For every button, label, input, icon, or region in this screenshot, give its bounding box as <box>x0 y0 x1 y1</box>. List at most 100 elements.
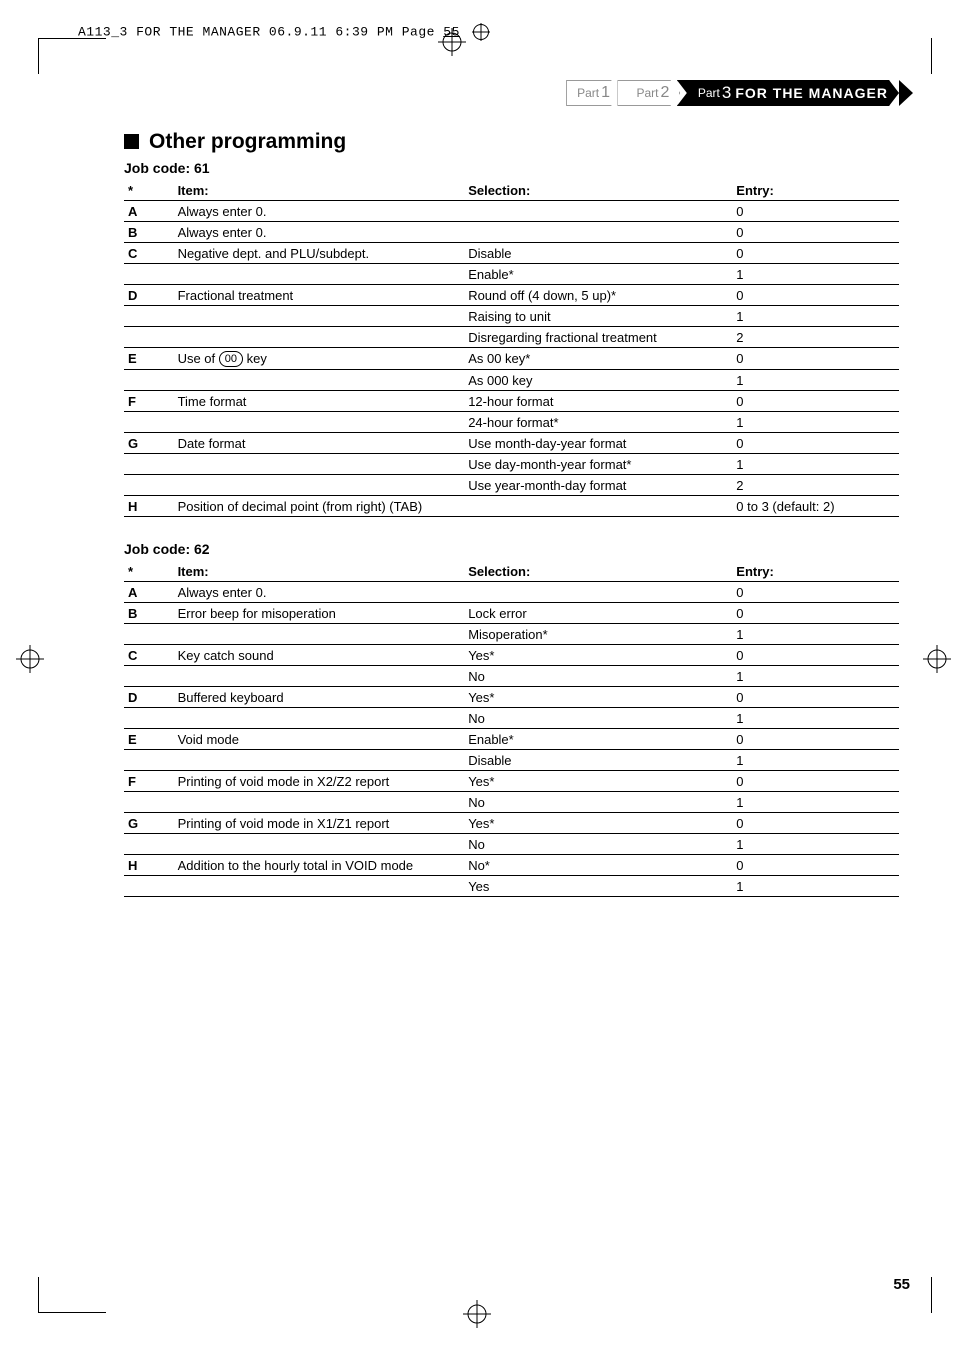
row-item: Addition to the hourly total in VOID mod… <box>174 855 465 876</box>
row-letter <box>124 327 174 348</box>
row-letter <box>124 412 174 433</box>
job-code-62-label: Job code: 62 <box>124 541 899 557</box>
row-selection: As 000 key <box>464 370 732 391</box>
row-entry: 0 <box>732 201 899 222</box>
table-row: HAddition to the hourly total in VOID mo… <box>124 855 899 876</box>
row-entry: 1 <box>732 370 899 391</box>
row-letter <box>124 666 174 687</box>
row-letter: G <box>124 813 174 834</box>
crumb-num: 2 <box>660 84 669 102</box>
row-letter: F <box>124 391 174 412</box>
row-selection: Disregarding fractional treatment <box>464 327 732 348</box>
row-letter <box>124 454 174 475</box>
row-item: Always enter 0. <box>174 201 465 222</box>
row-letter <box>124 475 174 496</box>
table-row: CNegative dept. and PLU/subdept.Disable0 <box>124 243 899 264</box>
row-letter: A <box>124 201 174 222</box>
row-entry: 1 <box>732 306 899 327</box>
row-selection <box>464 222 732 243</box>
print-header-text: A113_3 FOR THE MANAGER 06.9.11 6:39 PM P… <box>78 24 435 39</box>
table-row: No1 <box>124 792 899 813</box>
row-item: Always enter 0. <box>174 222 465 243</box>
part-breadcrumb: Part1 Part2 Part3 FOR THE MANAGER <box>124 80 899 106</box>
row-item <box>174 792 465 813</box>
row-item: Time format <box>174 391 465 412</box>
crumb-prefix: Part <box>698 86 720 100</box>
table-row: Yes1 <box>124 876 899 897</box>
row-entry: 1 <box>732 834 899 855</box>
table-row: AAlways enter 0.0 <box>124 582 899 603</box>
table-row: GPrinting of void mode in X1/Z1 reportYe… <box>124 813 899 834</box>
section-title: Other programming <box>124 130 899 154</box>
table-row: CKey catch soundYes*0 <box>124 645 899 666</box>
crop-mark-bottom-right <box>931 1277 932 1313</box>
row-selection: Disable <box>464 243 732 264</box>
row-entry: 1 <box>732 454 899 475</box>
row-entry: 0 <box>732 582 899 603</box>
col-item: Item: <box>174 180 465 201</box>
crumb-part1: Part1 <box>566 80 621 106</box>
row-selection: No* <box>464 855 732 876</box>
col-entry: Entry: <box>732 180 899 201</box>
crumb-num: 1 <box>601 84 610 102</box>
register-mark-icon <box>472 23 490 41</box>
register-mark-right-icon <box>923 645 951 678</box>
col-selection: Selection: <box>464 180 732 201</box>
row-entry: 0 <box>732 285 899 306</box>
row-letter <box>124 750 174 771</box>
page-number: 55 <box>893 1276 910 1293</box>
table-row: No1 <box>124 708 899 729</box>
row-item <box>174 264 465 285</box>
crumb-part3-active: Part3 FOR THE MANAGER <box>677 80 899 106</box>
row-letter <box>124 370 174 391</box>
row-item: Error beep for misoperation <box>174 603 465 624</box>
row-entry: 0 <box>732 433 899 454</box>
row-item <box>174 327 465 348</box>
col-item: Item: <box>174 561 465 582</box>
table-row: DBuffered keyboardYes*0 <box>124 687 899 708</box>
row-entry: 1 <box>732 624 899 645</box>
row-selection: Raising to unit <box>464 306 732 327</box>
crop-mark-top-right <box>931 38 932 74</box>
row-selection: Use day-month-year format* <box>464 454 732 475</box>
row-item: Printing of void mode in X2/Z2 report <box>174 771 465 792</box>
row-entry: 2 <box>732 475 899 496</box>
table-row: BAlways enter 0.0 <box>124 222 899 243</box>
row-item: Date format <box>174 433 465 454</box>
key-00-icon: 00 <box>219 351 243 367</box>
row-item: Fractional treatment <box>174 285 465 306</box>
row-entry: 1 <box>732 792 899 813</box>
row-letter: A <box>124 582 174 603</box>
crumb-prefix: Part <box>577 86 599 100</box>
row-letter: C <box>124 243 174 264</box>
row-selection: As 00 key* <box>464 348 732 370</box>
row-letter: D <box>124 687 174 708</box>
row-selection: Use month-day-year format <box>464 433 732 454</box>
row-letter: F <box>124 771 174 792</box>
table-row: BError beep for misoperationLock error0 <box>124 603 899 624</box>
row-selection <box>464 201 732 222</box>
row-selection: Use year-month-day format <box>464 475 732 496</box>
col-star: * <box>124 561 174 582</box>
row-selection: Yes* <box>464 687 732 708</box>
row-selection <box>464 582 732 603</box>
row-letter: E <box>124 348 174 370</box>
row-item <box>174 666 465 687</box>
row-letter <box>124 624 174 645</box>
job-code-61-label: Job code: 61 <box>124 160 899 176</box>
crumb-label: FOR THE MANAGER <box>735 85 888 101</box>
row-letter: B <box>124 603 174 624</box>
row-item: Printing of void mode in X1/Z1 report <box>174 813 465 834</box>
row-selection: Round off (4 down, 5 up)* <box>464 285 732 306</box>
table-row: Enable*1 <box>124 264 899 285</box>
table-row: EVoid modeEnable*0 <box>124 729 899 750</box>
row-entry: 1 <box>732 750 899 771</box>
row-selection: 24-hour format* <box>464 412 732 433</box>
table-row: Misoperation*1 <box>124 624 899 645</box>
job61-table: * Item: Selection: Entry: AAlways enter … <box>124 180 899 517</box>
row-entry: 0 <box>732 222 899 243</box>
row-item: Buffered keyboard <box>174 687 465 708</box>
row-entry: 0 <box>732 243 899 264</box>
col-star: * <box>124 180 174 201</box>
row-selection: Lock error <box>464 603 732 624</box>
